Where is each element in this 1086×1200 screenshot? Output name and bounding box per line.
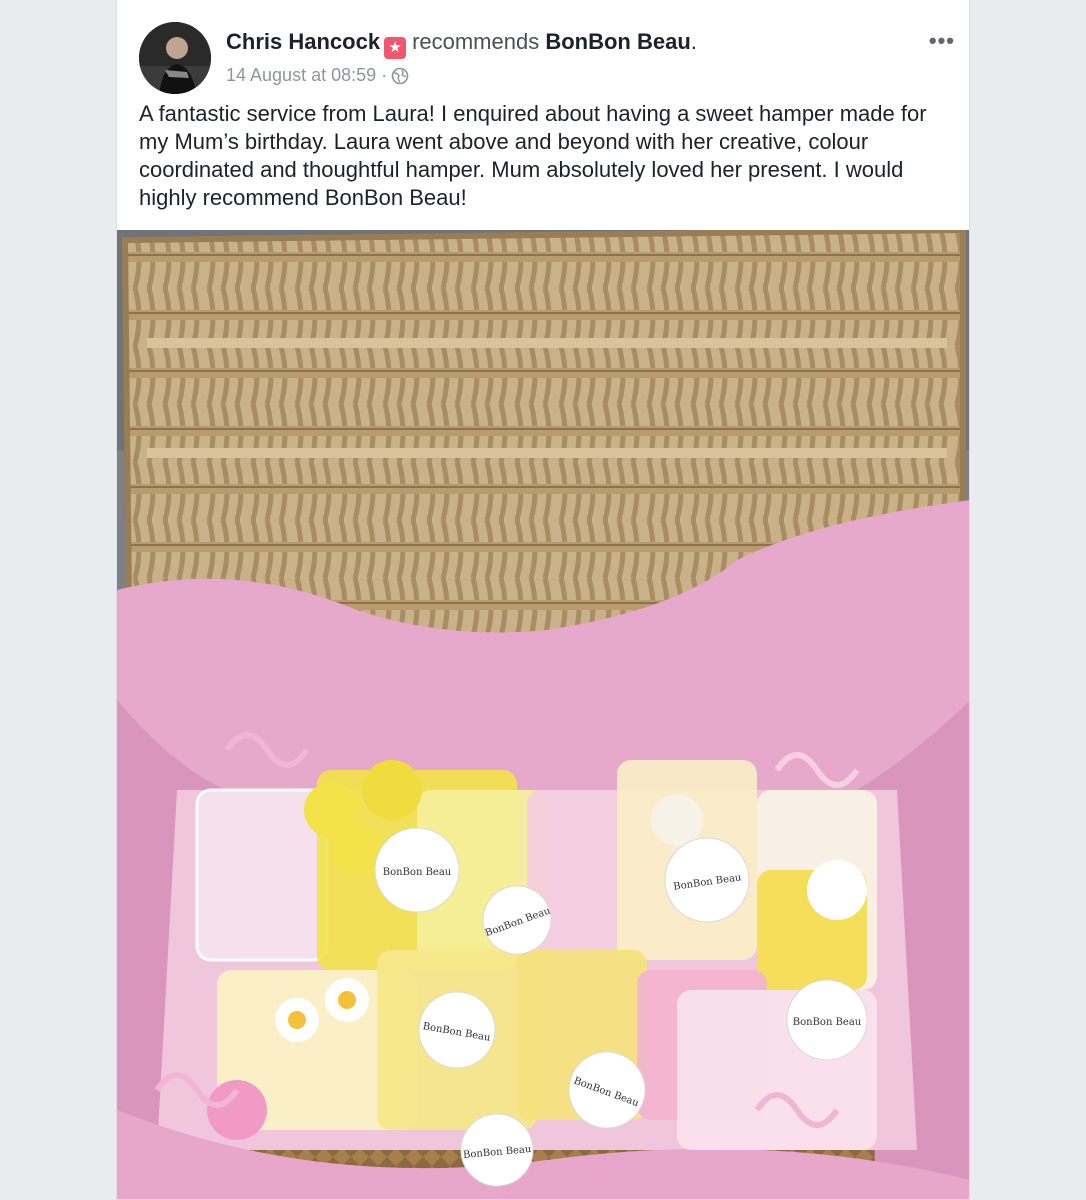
post-card: Chris Hancock ★ recommends BonBon Beau. 14… (116, 0, 970, 1200)
sweet-bags (195, 760, 877, 1150)
author-name-link[interactable]: Chris Hancock (226, 29, 380, 54)
post-header: Chris Hancock ★ recommends BonBon Beau. 14… (139, 22, 955, 94)
subline-separator: · (381, 65, 388, 85)
more-options-button[interactable]: ••• (929, 30, 955, 52)
post-photo[interactable]: BonBon Beau BonBon Beau BonBon Beau BonB… (117, 230, 969, 1199)
post-headline: Chris Hancock ★ recommends BonBon Beau. (226, 28, 915, 59)
globe-icon[interactable] (391, 67, 409, 91)
post-subline: 14 August at 08:59 · (226, 63, 915, 91)
recommends-text: recommends (412, 29, 540, 54)
author-avatar[interactable] (139, 22, 211, 94)
recommendation-star-icon: ★ (384, 37, 407, 59)
label-text: BonBon Beau (793, 1017, 862, 1028)
label-text: BonBon Beau (383, 867, 452, 878)
post-timestamp[interactable]: 14 August at 08:59 (226, 65, 376, 85)
post-meta: Chris Hancock ★ recommends BonBon Beau. 14… (226, 28, 915, 91)
avatar-image (139, 22, 211, 94)
page-name-link[interactable]: BonBon Beau (545, 29, 690, 54)
post-text: A fantastic service from Laura! I enquir… (139, 101, 927, 210)
hamper-photo: BonBon Beau BonBon Beau BonBon Beau BonB… (117, 230, 969, 1199)
headline-punctuation: . (690, 29, 697, 54)
